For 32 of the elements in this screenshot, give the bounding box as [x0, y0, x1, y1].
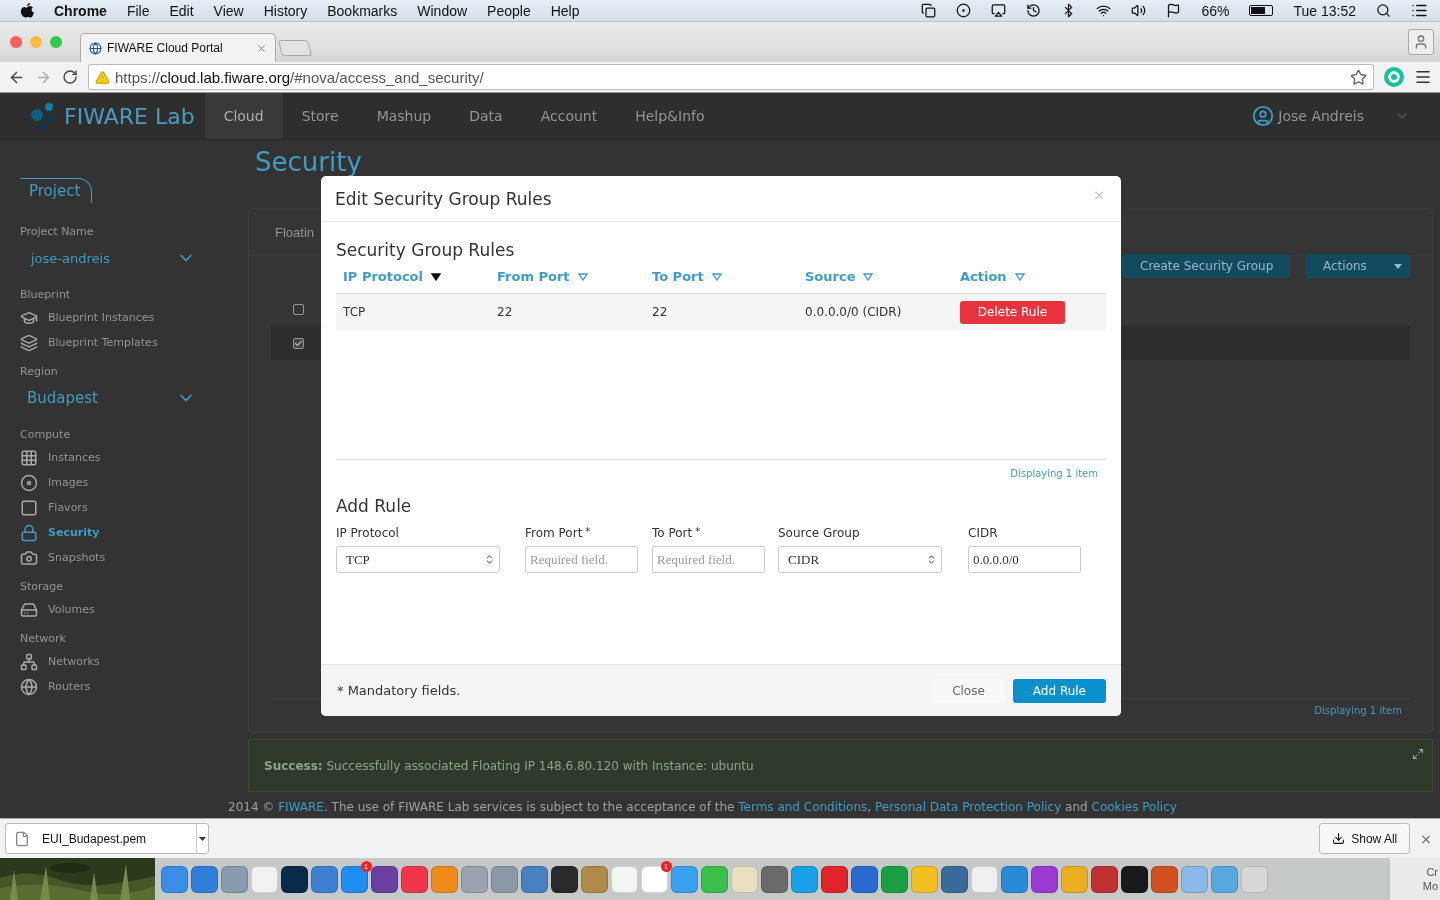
- table-cell-text: TCP: [343, 305, 367, 319]
- field-label: IP Protocol: [336, 526, 400, 540]
- logo-text: FIWARE Lab: [64, 103, 195, 129]
- alert-text: Success: Successfully associated Floating IP 148.6.80.120 with Instance: ubuntu: [264, 758, 754, 773]
- modal-title: Edit Security Group Rules: [335, 188, 552, 209]
- battery-percent: 66%: [1201, 2, 1230, 19]
- footer-words: ,: [867, 800, 873, 814]
- desktop-label: Mo: [1422, 879, 1438, 894]
- sidebar-heading: Compute: [20, 428, 72, 441]
- footer-words: . The use of FIWARE Lab services is subject to the acceptance of the: [323, 800, 736, 814]
- table-cell-text: 22: [497, 305, 514, 319]
- url-text: https://cloud.lab.fiware.org/#nova/access_and_security/: [115, 68, 484, 86]
- table-cell-text: 0.0.0.0/0 (CIDR): [805, 305, 903, 319]
- page-title: Security: [255, 148, 363, 176]
- footer-words: and: [1064, 800, 1089, 814]
- field-label: From Port *: [525, 526, 592, 540]
- field-label: CIDR: [968, 526, 999, 540]
- field-label: Source Group: [778, 526, 861, 540]
- footer-words: 2014 ©: [228, 800, 276, 814]
- sidebar-heading: Network: [20, 632, 67, 645]
- mandatory-note: * Mandatory fields.: [337, 683, 461, 698]
- tab-title: FIWARE Cloud Portal: [107, 41, 223, 55]
- sidebar-label: Project Name: [20, 225, 95, 238]
- item-count: Displaying 1 item: [1009, 467, 1099, 479]
- table-cell-text: 22: [652, 305, 669, 319]
- section-title: Add Rule: [336, 496, 413, 516]
- field-label: To Port *: [652, 526, 702, 540]
- sidebar-label: Region: [20, 365, 59, 378]
- section-title: Security Group Rules: [336, 240, 516, 260]
- sidebar-heading: Storage: [20, 580, 65, 593]
- desktop-label: Cr: [1426, 864, 1438, 879]
- sidebar-heading: Blueprint: [20, 288, 72, 301]
